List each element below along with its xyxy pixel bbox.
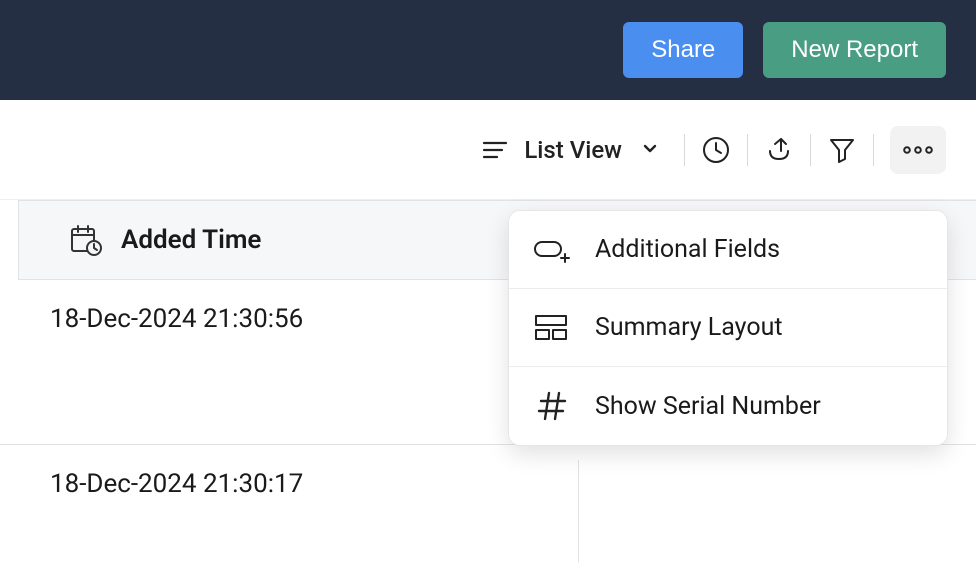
added-time-cell: 18-Dec-2024 21:30:56	[50, 304, 303, 334]
hash-icon	[533, 390, 571, 422]
share-button[interactable]: Share	[623, 22, 743, 78]
more-button[interactable]	[890, 126, 946, 174]
view-selector-label: List View	[524, 136, 622, 164]
menu-item-label: Additional Fields	[595, 235, 780, 264]
table-row[interactable]: 18-Dec-2024 21:30:17	[0, 445, 976, 575]
new-report-button[interactable]: New Report	[763, 22, 946, 78]
new-report-button-label: New Report	[791, 36, 918, 64]
column-header-label: Added Time	[121, 225, 261, 255]
additional-fields-icon	[533, 234, 571, 266]
share-button-label: Share	[651, 36, 715, 64]
separator	[747, 134, 748, 166]
menu-item-label: Show Serial Number	[595, 392, 821, 421]
more-dropdown: Additional Fields Summary Layout Show Se…	[508, 210, 948, 446]
clock-icon[interactable]	[701, 135, 731, 165]
column-divider	[578, 460, 579, 562]
summary-layout-icon	[533, 312, 571, 344]
more-icon	[901, 140, 935, 159]
export-icon[interactable]	[764, 135, 794, 165]
menu-item-label: Summary Layout	[595, 313, 783, 342]
separator	[810, 134, 811, 166]
filter-icon[interactable]	[827, 135, 857, 165]
separator	[684, 134, 685, 166]
separator	[873, 134, 874, 166]
list-icon	[480, 135, 510, 165]
toolbar: List View	[0, 100, 976, 200]
menu-additional-fields[interactable]: Additional Fields	[509, 211, 947, 289]
top-header: Share New Report	[0, 0, 976, 100]
view-selector[interactable]: List View	[472, 135, 668, 165]
added-time-cell: 18-Dec-2024 21:30:17	[50, 469, 303, 499]
menu-summary-layout[interactable]: Summary Layout	[509, 289, 947, 367]
menu-show-serial[interactable]: Show Serial Number	[509, 367, 947, 445]
calendar-clock-icon	[69, 223, 103, 257]
chevron-down-icon	[640, 138, 660, 162]
